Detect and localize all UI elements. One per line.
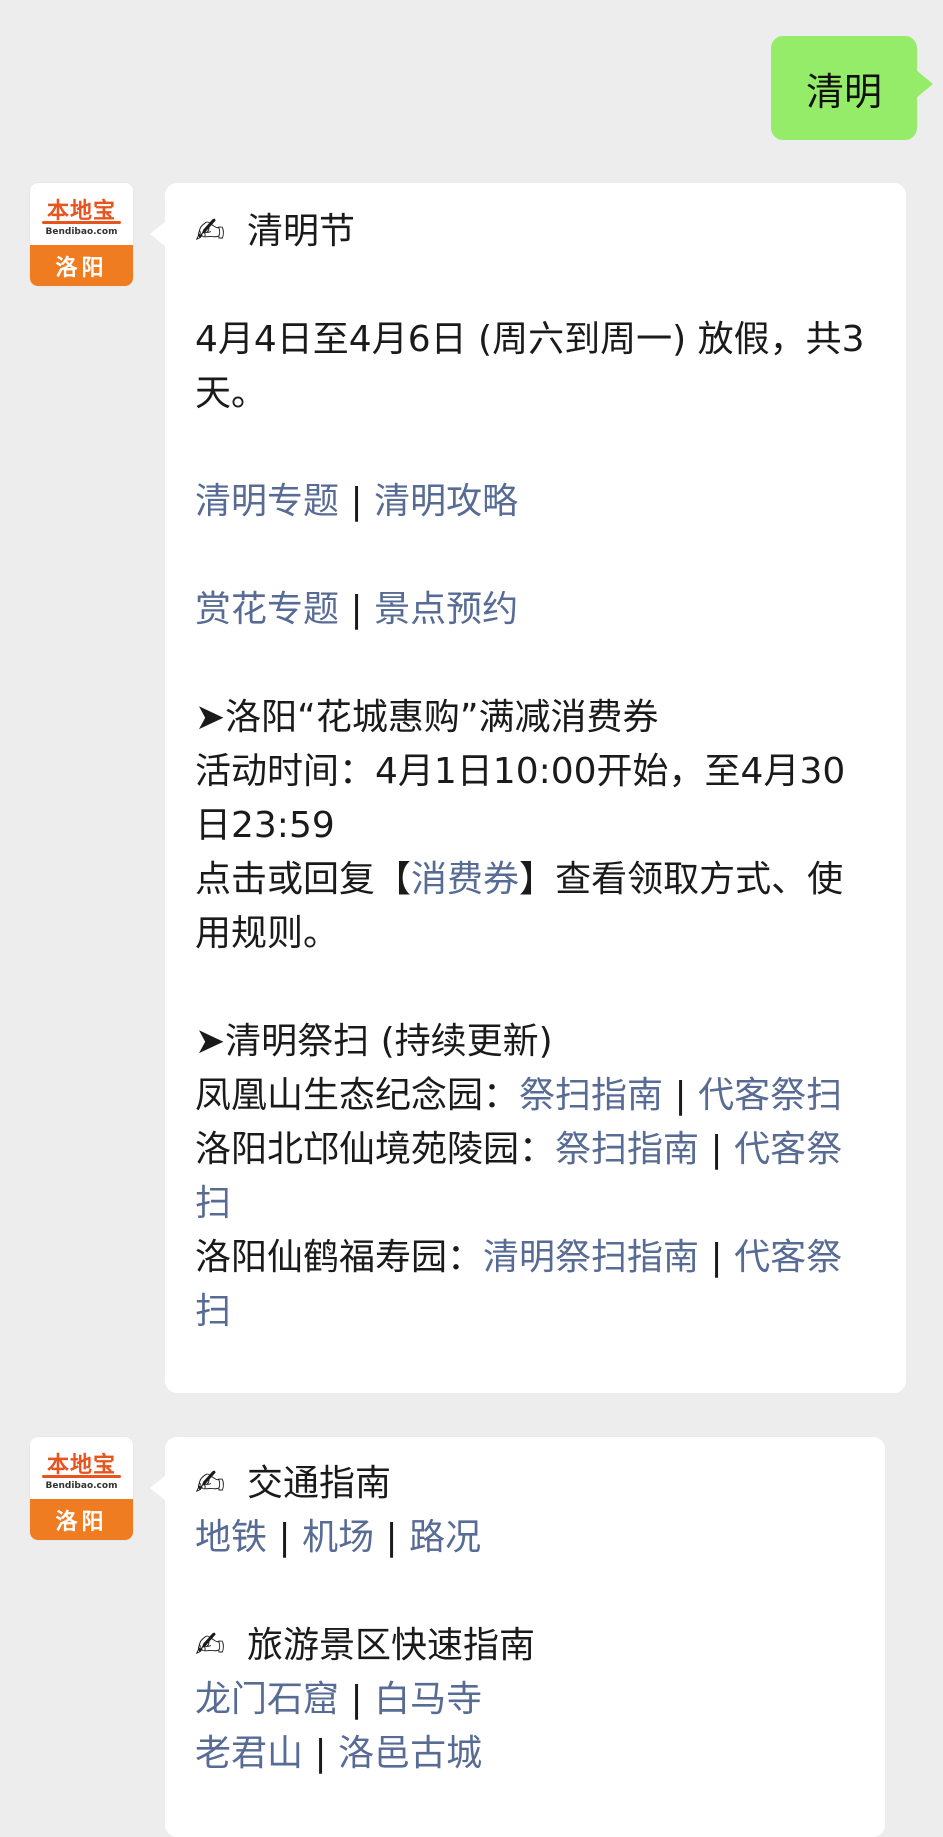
separator: |	[350, 589, 363, 630]
separator: |	[350, 1679, 363, 1720]
avatar-city: 洛阳	[30, 245, 133, 286]
avatar-logo-en: Bendibao.com	[45, 1481, 118, 1491]
traffic-title: ✍ 交通指南	[195, 1457, 855, 1511]
scenic-title: ✍ 旅游景区快速指南	[195, 1619, 855, 1673]
bot-avatar[interactable]: 本地宝 Bendibao.com 洛阳	[30, 1437, 133, 1540]
separator: |	[710, 1237, 723, 1278]
scenic-title-text: 旅游景区快速指南	[247, 1625, 536, 1666]
link-laojun-mountain[interactable]: 老君山	[195, 1733, 303, 1774]
avatar-logo-en: Bendibao.com	[45, 227, 118, 237]
cemetery-item: 凤凰山生态纪念园：祭扫指南 | 代客祭扫	[195, 1069, 876, 1123]
link-coupon[interactable]: 消费券	[411, 859, 519, 900]
avatar-swoosh	[42, 221, 121, 224]
link-tomb-guide[interactable]: 祭扫指南	[519, 1075, 663, 1116]
bot-message-bubble[interactable]: ✍ 交通指南 地铁 | 机场 | 路况 ✍ 旅游景区快速指南 龙门石窟 | 白马寺 …	[150, 1437, 885, 1837]
cemetery-name: 凤凰山生态纪念园：	[195, 1075, 520, 1116]
link-proxy-sweep[interactable]: 代客祭扫	[698, 1075, 842, 1116]
link-metro[interactable]: 地铁	[195, 1517, 267, 1558]
links-row: 清明专题 | 清明攻略	[195, 475, 876, 529]
coupon-time: 活动时间：4月1日10:00开始，至4月30日23:59	[195, 751, 846, 846]
coupon-heading: ➤洛阳“花城惠购”满减消费券	[195, 697, 659, 738]
writing-hand-icon: ✍	[195, 1463, 226, 1504]
link-white-horse-temple[interactable]: 白马寺	[374, 1679, 482, 1720]
link-tomb-guide[interactable]: 清明祭扫指南	[483, 1237, 699, 1278]
link-luoyi-ancient-city[interactable]: 洛邑古城	[338, 1733, 482, 1774]
link-longmen-grottoes[interactable]: 龙门石窟	[195, 1679, 339, 1720]
user-message-text: 清明	[805, 69, 882, 114]
avatar-logo: 本地宝 Bendibao.com	[30, 183, 133, 245]
link-qingming-guide[interactable]: 清明攻略	[374, 481, 518, 522]
coupon-instructions: 点击或回复【消费券】查看领取方式、使用规则。	[195, 853, 876, 961]
link-scenic-booking[interactable]: 景点预约	[374, 589, 518, 630]
holiday-line: 4月4日至4月6日 (周六到周一) 放假，共3天。	[195, 319, 865, 414]
separator: |	[674, 1075, 687, 1116]
avatar-swoosh	[42, 1475, 121, 1478]
separator: |	[350, 481, 363, 522]
link-airport[interactable]: 机场	[302, 1517, 374, 1558]
cemetery-item: 洛阳仙鹤福寿园：清明祭扫指南 | 代客祭扫	[195, 1231, 876, 1339]
links-row: 赏花专题 | 景点预约	[195, 583, 876, 637]
writing-hand-icon: ✍	[195, 1625, 226, 1666]
traffic-links: 地铁 | 机场 | 路况	[195, 1511, 855, 1565]
link-road-conditions[interactable]: 路况	[409, 1517, 481, 1558]
scenic-links: 老君山 | 洛邑古城	[195, 1727, 855, 1781]
separator: |	[314, 1733, 327, 1774]
coupon-prefix: 点击或回复	[195, 859, 376, 900]
user-message-bubble[interactable]: 清明	[771, 36, 933, 140]
link-qingming-topic[interactable]: 清明专题	[195, 481, 339, 522]
message-title-text: 清明节	[247, 211, 356, 252]
separator: |	[278, 1517, 291, 1558]
bracket-left: 【	[375, 859, 412, 900]
separator: |	[710, 1129, 723, 1170]
tomb-heading: ➤清明祭扫 (持续更新)	[195, 1021, 553, 1062]
message-title: ✍ 清明节	[195, 205, 876, 259]
cemetery-name: 洛阳仙鹤福寿园：	[195, 1237, 484, 1278]
link-flower-topic[interactable]: 赏花专题	[195, 589, 339, 630]
traffic-title-text: 交通指南	[247, 1463, 392, 1504]
writing-hand-icon: ✍	[195, 211, 226, 252]
cemetery-item: 洛阳北邙仙境苑陵园：祭扫指南 | 代客祭扫	[195, 1123, 876, 1231]
separator: |	[385, 1517, 398, 1558]
bracket-right: 】	[519, 859, 556, 900]
link-tomb-guide[interactable]: 祭扫指南	[555, 1129, 699, 1170]
bot-message-bubble[interactable]: ✍ 清明节 4月4日至4月6日 (周六到周一) 放假，共3天。 清明专题 | 清明…	[150, 183, 906, 1393]
bot-avatar[interactable]: 本地宝 Bendibao.com 洛阳	[30, 183, 133, 286]
avatar-logo: 本地宝 Bendibao.com	[30, 1437, 133, 1499]
avatar-city: 洛阳	[30, 1499, 133, 1540]
scenic-links: 龙门石窟 | 白马寺	[195, 1673, 855, 1727]
cemetery-name: 洛阳北邙仙境苑陵园：	[195, 1129, 556, 1170]
